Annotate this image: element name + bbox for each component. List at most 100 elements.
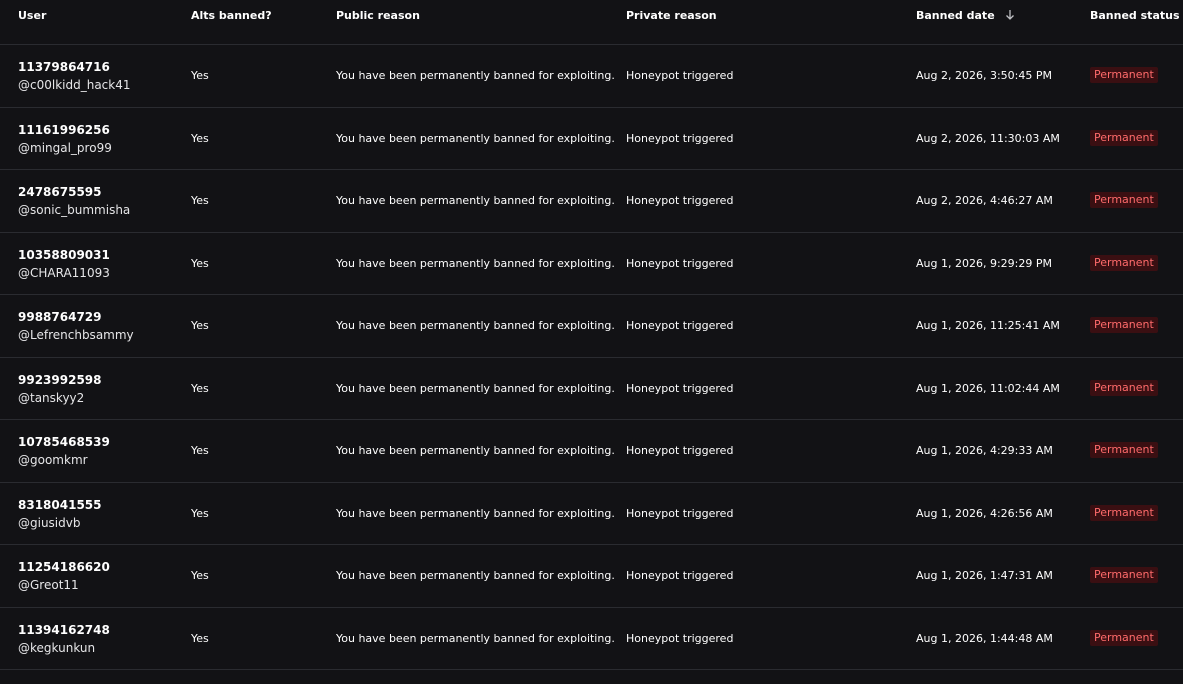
status-badge: Permanent	[1090, 504, 1158, 521]
status-badge: Permanent	[1090, 192, 1158, 208]
public-reason-value: You have been permanently banned for exp…	[336, 69, 615, 82]
alts-banned-value: Yes	[191, 256, 209, 270]
public-reason-value: You have been permanently banned for exp…	[336, 444, 615, 457]
table-body: 11379864716 @c00lkidd_hack41 Yes You hav…	[0, 45, 1183, 670]
table-row[interactable]: 8318041555 @giusidvb Yes You have been p…	[0, 483, 1183, 545]
alts-banned-value: Yes	[191, 506, 209, 520]
user-id[interactable]: 9923992598	[18, 373, 102, 388]
user-handle: @giusidvb	[18, 515, 81, 530]
column-header-banned-date-label: Banned date	[916, 9, 995, 22]
alts-banned-value: Yes	[191, 194, 209, 207]
private-reason-value: Honeypot triggered	[626, 319, 734, 332]
banned-date-value: Aug 1, 2026, 11:02:44 AM	[916, 381, 1060, 395]
public-reason-value: You have been permanently banned for exp…	[336, 194, 615, 207]
user-cell[interactable]: 10358809031 @CHARA11093	[18, 248, 110, 281]
user-cell[interactable]: 11379864716 @c00lkidd_hack41	[18, 60, 131, 93]
user-id[interactable]: 11161996256	[18, 123, 112, 138]
user-cell[interactable]: 11394162748 @kegkunkun	[18, 623, 110, 656]
private-reason-value: Honeypot triggered	[626, 131, 734, 145]
private-reason-value: Honeypot triggered	[626, 69, 734, 82]
table-row[interactable]: 9923992598 @tanskyy2 Yes You have been p…	[0, 358, 1183, 420]
user-handle: @c00lkidd_hack41	[18, 78, 131, 92]
alts-banned-value: Yes	[191, 381, 209, 395]
banned-date-value: Aug 1, 2026, 1:47:31 AM	[916, 569, 1053, 582]
banned-date-value: Aug 2, 2026, 11:30:03 AM	[916, 131, 1060, 145]
user-id[interactable]: 11254186620	[18, 560, 110, 575]
user-handle: @kegkunkun	[18, 640, 96, 655]
column-header-banned-date[interactable]: Banned date	[916, 9, 1015, 24]
public-reason-value: You have been permanently banned for exp…	[336, 381, 615, 395]
user-handle: @tanskyy2	[18, 390, 85, 405]
alts-banned-value: Yes	[191, 319, 209, 332]
arrow-down-icon[interactable]	[1005, 9, 1015, 24]
table-row[interactable]: 11394162748 @kegkunkun Yes You have been…	[0, 608, 1183, 670]
table-header: User Alts banned? Public reason Private …	[0, 0, 1183, 45]
banned-date-value: Aug 1, 2026, 4:26:56 AM	[916, 506, 1053, 520]
public-reason-value: You have been permanently banned for exp…	[336, 506, 615, 520]
status-badge: Permanent	[1090, 67, 1158, 83]
status-badge: Permanent	[1090, 129, 1158, 146]
table-row[interactable]: 11161996256 @mingal_pro99 Yes You have b…	[0, 108, 1183, 170]
column-header-banned-status[interactable]: Banned status	[1090, 9, 1180, 22]
public-reason-value: You have been permanently banned for exp…	[336, 131, 615, 145]
status-badge: Permanent	[1090, 442, 1158, 458]
user-id[interactable]: 10785468539	[18, 435, 110, 450]
banned-date-value: Aug 1, 2026, 4:29:33 AM	[916, 444, 1053, 457]
column-header-public-reason[interactable]: Public reason	[336, 9, 420, 22]
banned-date-value: Aug 1, 2026, 11:25:41 AM	[916, 319, 1060, 332]
private-reason-value: Honeypot triggered	[626, 194, 734, 207]
user-id[interactable]: 2478675595	[18, 185, 130, 200]
status-badge: Permanent	[1090, 629, 1158, 646]
alts-banned-value: Yes	[191, 69, 209, 82]
public-reason-value: You have been permanently banned for exp…	[336, 569, 615, 582]
table-row[interactable]: 11379864716 @c00lkidd_hack41 Yes You hav…	[0, 45, 1183, 108]
table-row[interactable]: 10358809031 @CHARA11093 Yes You have bee…	[0, 233, 1183, 295]
alts-banned-value: Yes	[191, 131, 209, 145]
status-badge: Permanent	[1090, 254, 1158, 271]
private-reason-value: Honeypot triggered	[626, 569, 734, 582]
user-cell[interactable]: 11161996256 @mingal_pro99	[18, 123, 112, 156]
user-handle: @mingal_pro99	[18, 140, 112, 155]
user-handle: @sonic_bummisha	[18, 203, 131, 217]
user-handle: @Greot11	[18, 578, 79, 592]
alts-banned-value: Yes	[191, 631, 209, 645]
user-cell[interactable]: 11254186620 @Greot11	[18, 560, 110, 593]
alts-banned-value: Yes	[191, 569, 209, 582]
user-cell[interactable]: 10785468539 @goomkmr	[18, 435, 110, 468]
user-id[interactable]: 9988764729	[18, 310, 134, 325]
user-handle: @CHARA11093	[18, 265, 110, 280]
private-reason-value: Honeypot triggered	[626, 381, 734, 395]
column-header-user[interactable]: User	[18, 9, 46, 22]
banned-date-value: Aug 2, 2026, 4:46:27 AM	[916, 194, 1053, 207]
user-cell[interactable]: 8318041555 @giusidvb	[18, 498, 102, 531]
table-row[interactable]: 11254186620 @Greot11 Yes You have been p…	[0, 545, 1183, 608]
private-reason-value: Honeypot triggered	[626, 444, 734, 457]
status-badge: Permanent	[1090, 567, 1158, 583]
user-id[interactable]: 8318041555	[18, 498, 102, 513]
public-reason-value: You have been permanently banned for exp…	[336, 631, 615, 645]
private-reason-value: Honeypot triggered	[626, 506, 734, 520]
user-cell[interactable]: 9988764729 @Lefrenchbsammy	[18, 310, 134, 343]
user-handle: @goomkmr	[18, 453, 88, 467]
banned-date-value: Aug 1, 2026, 1:44:48 AM	[916, 631, 1053, 645]
user-cell[interactable]: 9923992598 @tanskyy2	[18, 373, 102, 406]
user-handle: @Lefrenchbsammy	[18, 328, 134, 342]
private-reason-value: Honeypot triggered	[626, 256, 734, 270]
banned-date-value: Aug 1, 2026, 9:29:29 PM	[916, 256, 1052, 270]
user-cell[interactable]: 2478675595 @sonic_bummisha	[18, 185, 130, 218]
column-header-private-reason[interactable]: Private reason	[626, 9, 717, 22]
alts-banned-value: Yes	[191, 444, 209, 457]
status-badge: Permanent	[1090, 317, 1158, 333]
table-row[interactable]: 2478675595 @sonic_bummisha Yes You have …	[0, 170, 1183, 233]
status-badge: Permanent	[1090, 379, 1158, 396]
public-reason-value: You have been permanently banned for exp…	[336, 319, 615, 332]
column-header-alts-banned[interactable]: Alts banned?	[191, 9, 272, 22]
user-id[interactable]: 10358809031	[18, 248, 110, 263]
table-row[interactable]: 9988764729 @Lefrenchbsammy Yes You have …	[0, 295, 1183, 358]
table-row[interactable]: 10785468539 @goomkmr Yes You have been p…	[0, 420, 1183, 483]
banned-date-value: Aug 2, 2026, 3:50:45 PM	[916, 69, 1052, 82]
user-id[interactable]: 11379864716	[18, 60, 131, 75]
user-id[interactable]: 11394162748	[18, 623, 110, 638]
public-reason-value: You have been permanently banned for exp…	[336, 256, 615, 270]
private-reason-value: Honeypot triggered	[626, 631, 734, 645]
